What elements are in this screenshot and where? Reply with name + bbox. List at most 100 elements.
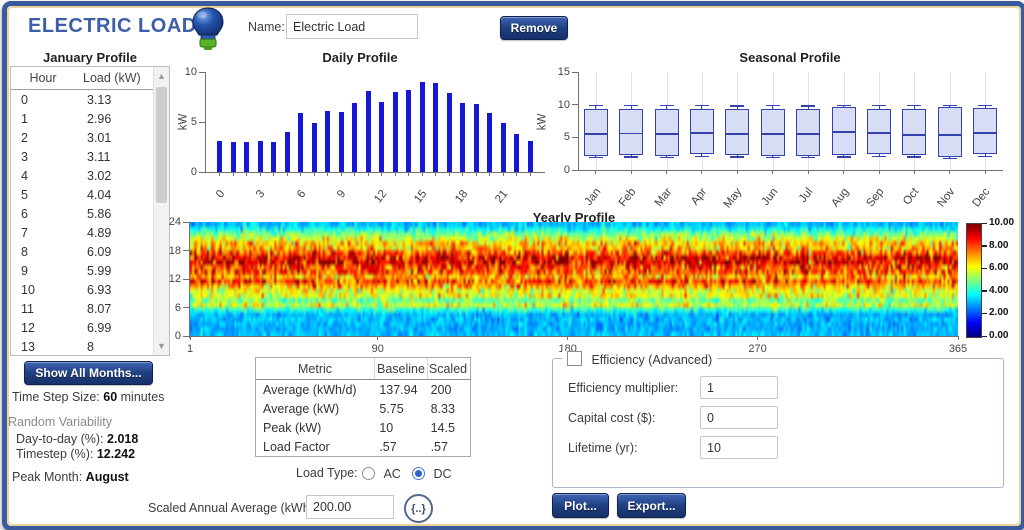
daily-bar [514,134,519,173]
load-cell[interactable]: 4.04 [73,188,111,202]
y-tick-label: 0 [554,164,570,176]
ac-radio-label: AC [383,467,400,481]
whisker-cap-max [730,105,744,107]
capital-cost-input[interactable] [700,406,778,429]
load-cell[interactable]: 5.86 [73,207,111,221]
whisker-cap-max [801,105,815,107]
load-cell[interactable]: 6.09 [73,245,111,259]
yearly-x-tick-label: 1 [178,343,202,355]
box [584,109,608,156]
table-row[interactable]: 03.13 [11,90,153,109]
x-tick [985,170,986,174]
x-tick [666,170,667,174]
load-cell[interactable]: 2.96 [73,112,111,126]
daily-y-axis-label: kW [177,114,189,131]
scaled-annual-average-input[interactable] [306,495,394,519]
load-cell[interactable]: 5.99 [73,264,111,278]
table-row[interactable]: 65.86 [11,204,153,223]
scroll-up-icon[interactable]: ▲ [154,68,169,84]
x-tick [422,172,423,176]
load-type-ac-option[interactable]: AC [362,465,401,483]
hour-cell: 7 [11,226,73,240]
daily-bar [244,142,249,172]
baseline-value: 10 [379,421,430,435]
load-cell[interactable]: 3.13 [73,93,111,107]
load-cell[interactable]: 8.07 [73,302,111,316]
daily-bar [285,132,290,172]
metric-name: Average (kW) [256,402,379,416]
load-type-dc-option[interactable]: DC [412,465,452,483]
daily-bar [487,113,492,172]
whisker-cap-max [766,105,780,107]
table-row[interactable]: 12.96 [11,109,153,128]
scrollbar-thumb[interactable] [156,87,167,203]
box [938,107,962,157]
median-line [832,131,856,133]
daily-bar [271,142,276,172]
show-all-months-button[interactable]: Show All Months... [24,361,153,385]
january-table-rows: 03.1312.9623.0133.1143.0254.0465.8674.89… [11,90,153,355]
table-row[interactable]: 138 [11,337,153,355]
table-row[interactable]: 74.89 [11,223,153,242]
whisker-cap-max [660,105,674,107]
median-line [655,133,679,135]
yearly-y-tick-label: 18 [167,245,181,257]
efficiency-multiplier-input[interactable] [700,376,778,399]
daily-bar [406,90,411,172]
table-row[interactable]: 95.99 [11,261,153,280]
seasonal-y-axis-label: kW [536,114,548,131]
table-row[interactable]: 106.93 [11,280,153,299]
name-input[interactable] [286,14,418,39]
day-to-day-value: 2.018 [107,432,138,446]
box [725,109,749,155]
hour-cell: 1 [11,112,73,126]
daily-bar [231,142,236,172]
ac-radio[interactable] [362,467,375,480]
table-row[interactable]: 43.02 [11,166,153,185]
load-cell[interactable]: 3.11 [73,150,110,164]
y-tick [199,172,205,173]
x-tick [489,172,490,176]
metric-row: Peak (kW)1014.5 [256,418,470,437]
time-step-size-text: Time Step Size: 60 minutes [12,390,164,404]
yearly-profile-heatmap: 06121824190180270365 [190,222,958,336]
table-row[interactable]: 33.11 [11,147,153,166]
table-row[interactable]: 54.04 [11,185,153,204]
metric-table-header: Metric Baseline Scaled [256,358,470,380]
whisker-cap-min [907,156,921,158]
sensitivity-values-icon[interactable]: {..} [404,494,433,523]
january-table-header: Hour Load (kW) [11,67,169,90]
x-tick [408,172,409,176]
dc-radio[interactable] [412,467,425,480]
export-button[interactable]: Export... [617,493,686,518]
x-tick [327,172,328,176]
median-line [761,133,785,135]
table-row[interactable]: 118.07 [11,299,153,318]
heatmap-colorbar: 0.002.004.006.008.0010.00 [966,223,980,336]
median-line [584,133,608,135]
dc-radio-label: DC [433,467,451,481]
load-cell[interactable]: 3.01 [73,131,111,145]
load-cell[interactable]: 3.02 [73,169,111,183]
daily-bar [366,91,371,172]
y-tick-label: 10 [554,99,570,111]
table-row[interactable]: 23.01 [11,128,153,147]
metric-header: Metric [256,358,375,379]
table-row[interactable]: 126.99 [11,318,153,337]
colorbar-tick-label: 8.00 [989,240,1008,251]
remove-button[interactable]: Remove [500,16,568,40]
y-tick [572,104,578,105]
colorbar-tick [982,245,987,247]
capital-cost-label: Capital cost ($): [568,411,656,425]
load-cell[interactable]: 4.89 [73,226,111,240]
plot-button[interactable]: Plot... [552,493,609,518]
load-cell[interactable]: 6.99 [73,321,111,335]
daily-bar [352,103,357,172]
table-row[interactable]: 86.09 [11,242,153,261]
load-cell[interactable]: 8 [73,340,94,354]
efficiency-checkbox[interactable] [567,351,582,366]
median-line [938,134,962,136]
lifetime-input[interactable] [700,436,778,459]
baseline-header: Baseline [375,358,428,379]
load-cell[interactable]: 6.93 [73,283,111,297]
